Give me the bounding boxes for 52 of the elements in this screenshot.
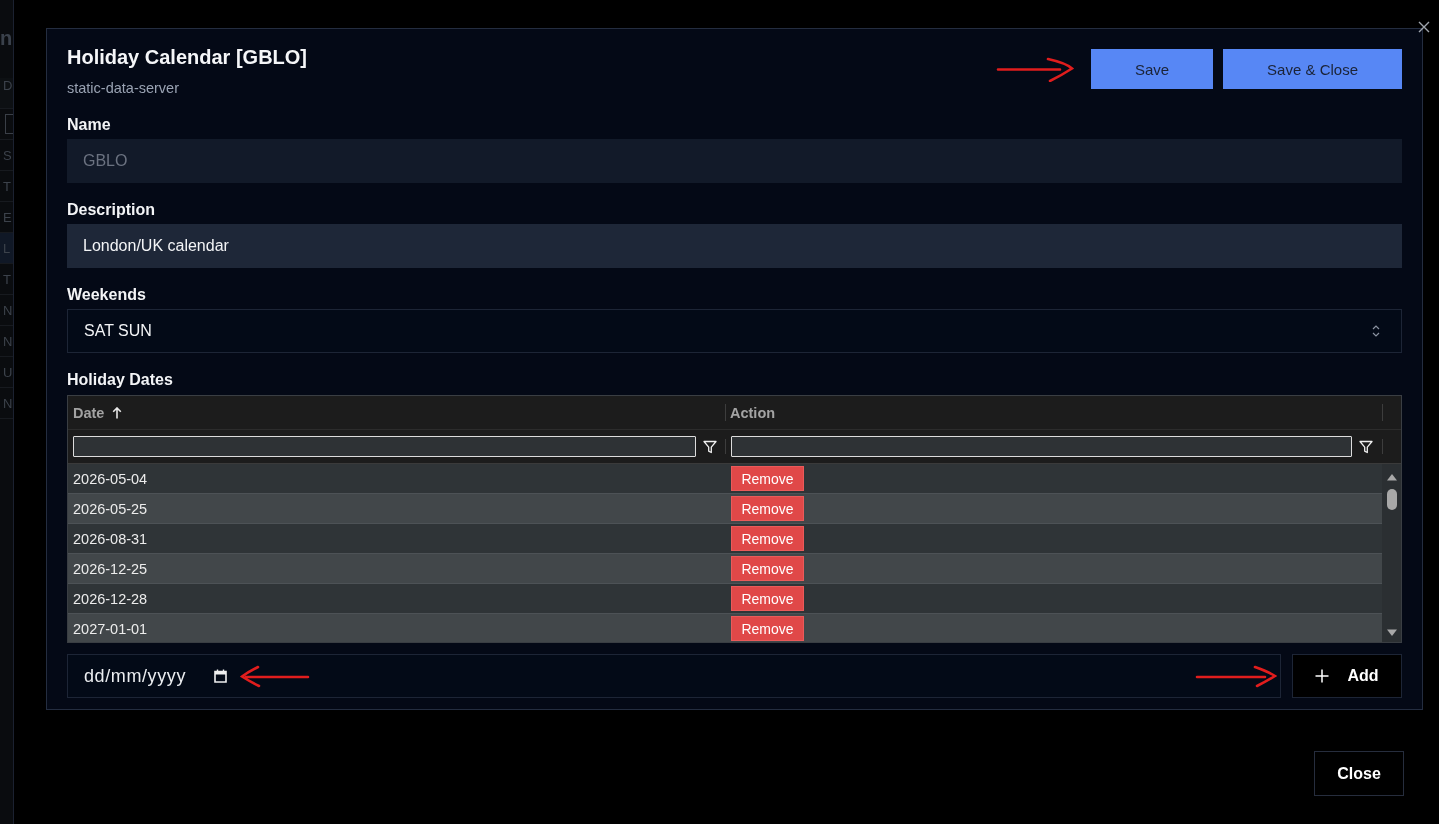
field-label: Name (67, 115, 112, 135)
annotation-arrow-icon (1195, 664, 1277, 688)
table-cell: 2026-05-25 (73, 500, 148, 517)
table-cell: 2026-12-25 (73, 560, 148, 577)
table-cell: 2026-05-04 (73, 470, 148, 487)
page-title: n (0, 26, 12, 50)
field-label: Description (67, 200, 156, 220)
table-cell: 2026-08-31 (73, 530, 148, 547)
scrollbar-thumb[interactable] (1386, 489, 1397, 510)
table-cell: 2027-01-01 (73, 620, 148, 637)
filter-icon[interactable] (1359, 439, 1373, 454)
table-cell: T (3, 271, 11, 287)
save-button[interactable]: Save (1090, 49, 1214, 89)
calendar-icon[interactable] (214, 669, 227, 683)
remove-button[interactable]: Remove (731, 616, 804, 641)
save-button[interactable]: Save & Close (1223, 49, 1402, 89)
column-header[interactable]: Action (730, 404, 776, 421)
dialog-subtitle: static-data-server (67, 79, 180, 97)
date-input[interactable]: dd/mm/yyyy (67, 654, 1281, 698)
select-field[interactable]: SAT SUN (67, 309, 1402, 353)
annotation-arrow-icon (240, 664, 310, 688)
close-icon[interactable] (1418, 21, 1430, 33)
close-button[interactable]: Close (1314, 751, 1404, 796)
remove-button[interactable]: Remove (731, 586, 804, 611)
table-cell: N (3, 333, 13, 349)
chevron-up-down-icon (1371, 324, 1381, 338)
remove-button[interactable]: Remove (731, 556, 804, 581)
annotation-arrow-icon (995, 56, 1074, 82)
field-label: Holiday Dates (67, 370, 174, 390)
remove-button[interactable]: Remove (731, 496, 804, 521)
add-button[interactable]: Add (1292, 654, 1402, 698)
table-cell: E (3, 209, 12, 225)
filter-field[interactable] (5, 114, 13, 134)
text-input[interactable]: London/UK calendar (67, 224, 1402, 268)
table-cell: N (3, 302, 13, 318)
column-header[interactable]: Date (73, 404, 105, 421)
table-cell: S (3, 147, 12, 163)
remove-button[interactable]: Remove (731, 526, 804, 551)
date-placeholder: dd/mm/yyyy (84, 665, 186, 687)
filter-icon[interactable] (703, 439, 717, 454)
select-value: SAT SUN (84, 322, 152, 340)
scroll-down-icon[interactable] (1385, 629, 1398, 637)
dialog-title: Holiday Calendar [GBLO] (67, 45, 308, 69)
field-label: Weekends (67, 285, 147, 305)
plus-icon (1315, 669, 1330, 683)
table-cell: 2026-12-28 (73, 590, 148, 607)
table-cell: U (3, 364, 13, 380)
table-cell: T (3, 178, 11, 194)
remove-button[interactable]: Remove (731, 466, 804, 491)
column-header: D (3, 78, 13, 93)
scroll-up-icon[interactable] (1385, 473, 1398, 481)
table-cell: N (3, 395, 13, 411)
